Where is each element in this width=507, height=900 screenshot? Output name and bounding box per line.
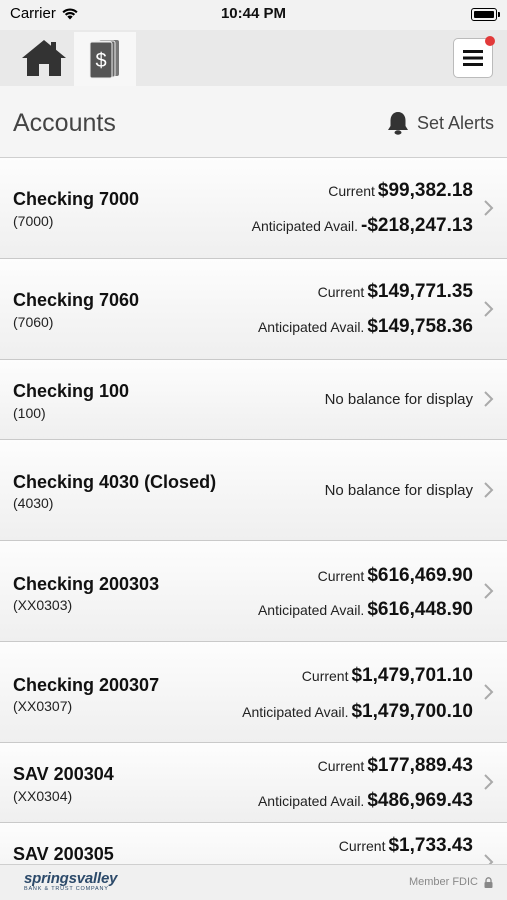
current-label: Current: [317, 568, 365, 584]
account-name: Checking 200303: [13, 574, 160, 594]
status-time: 10:44 PM: [220, 5, 287, 22]
anticipated-label: Anticipated Avail.: [257, 602, 365, 618]
account-number: (XX0304): [13, 788, 73, 804]
current-balance: Current $149,771.35: [318, 281, 473, 303]
hamburger-icon: [463, 50, 483, 66]
current-balance: Current $616,469.90: [318, 565, 473, 587]
account-name: SAV 200304: [13, 764, 114, 784]
current-value: $177,889.43: [367, 755, 473, 776]
current-label: Current: [328, 183, 375, 199]
status-bar: Carrier 10:44 PM: [0, 0, 507, 30]
anticipated-label: Anticipated Avail.: [257, 793, 365, 809]
anticipated-value: -$218,247.13: [361, 215, 473, 236]
no-balance-message: No balance for display: [324, 482, 473, 499]
current-label: Current: [317, 758, 365, 774]
bank-logo-subtitle: BANK & TRUST COMPANY: [24, 886, 109, 892]
current-balance: Current $99,382.18: [328, 180, 473, 202]
no-balance-message: No balance for display: [324, 391, 473, 408]
accounts-tab[interactable]: $: [74, 32, 136, 86]
anticipated-balance: Anticipated Avail. $149,758.36: [258, 316, 473, 338]
member-fdic: Member FDIC: [409, 876, 493, 888]
current-balance: Current $1,733.43: [339, 835, 473, 857]
svg-text:$: $: [95, 50, 106, 72]
bank-logo: springsvalley BANK & TRUST COMPANY: [24, 871, 117, 893]
account-row[interactable]: Checking 7000 (7000) Current $99,382.18 …: [0, 158, 507, 259]
account-list: Checking 7000 (7000) Current $99,382.18 …: [0, 158, 507, 864]
account-name: Checking 100: [13, 381, 130, 401]
current-value: $1,733.43: [388, 835, 473, 856]
account-row[interactable]: Checking 200303 (XX0303) Current $616,46…: [0, 541, 507, 642]
home-tab[interactable]: [14, 30, 74, 86]
fdic-label: Member FDIC: [408, 876, 478, 888]
account-row[interactable]: Checking 100 (100) No balance for displa…: [0, 360, 507, 440]
set-alerts-button[interactable]: Set Alerts: [386, 110, 494, 136]
account-number: (100): [13, 405, 46, 421]
account-row[interactable]: SAV 200305 Current $1,733.43: [0, 823, 507, 864]
current-value: $616,469.90: [367, 565, 473, 586]
battery-icon: [471, 8, 500, 21]
chevron-right-icon: [484, 200, 494, 216]
anticipated-label: Anticipated Avail.: [251, 218, 358, 234]
chevron-right-icon: [484, 482, 494, 498]
lock-icon: [484, 876, 493, 888]
chevron-right-icon: [484, 684, 494, 700]
bank-logo-name: springsvalley: [24, 870, 118, 887]
account-name: Checking 4030 (Closed): [13, 472, 217, 492]
dollar-document-icon: $: [89, 40, 119, 79]
current-label: Current: [317, 284, 365, 300]
anticipated-balance: Anticipated Avail. $486,969.43: [258, 790, 473, 812]
anticipated-balance: Anticipated Avail. $1,479,700.10: [242, 701, 473, 723]
account-name: SAV 200305: [13, 844, 114, 864]
account-number: (4030): [13, 495, 54, 511]
top-navigation: $: [0, 30, 507, 86]
page-title: Accounts: [13, 109, 116, 137]
notification-badge: [485, 36, 495, 46]
current-value: $149,771.35: [367, 281, 473, 302]
current-label: Current: [338, 838, 386, 854]
account-row[interactable]: Checking 7060 (7060) Current $149,771.35…: [0, 259, 507, 360]
set-alerts-label: Set Alerts: [416, 112, 494, 133]
account-number: (XX0303): [13, 597, 73, 613]
current-balance: Current $1,479,701.10: [302, 665, 473, 687]
anticipated-label: Anticipated Avail.: [242, 704, 349, 720]
account-number: (7000): [13, 213, 54, 229]
page-header: Accounts Set Alerts: [0, 86, 507, 158]
chevron-right-icon: [484, 774, 494, 790]
anticipated-value: $616,448.90: [367, 599, 473, 620]
current-label: Current: [301, 668, 349, 684]
bell-icon: [387, 112, 408, 135]
account-name: Checking 7060: [13, 290, 140, 310]
account-name: Checking 7000: [13, 189, 140, 209]
current-value: $1,479,701.10: [351, 665, 473, 686]
chevron-right-icon: [484, 301, 494, 317]
home-icon: [22, 40, 66, 76]
footer: springsvalley BANK & TRUST COMPANY Membe…: [0, 864, 507, 900]
anticipated-label: Anticipated Avail.: [257, 319, 365, 335]
account-row[interactable]: Checking 4030 (Closed) (4030) No balance…: [0, 440, 507, 541]
account-row[interactable]: Checking 200307 (XX0307) Current $1,479,…: [0, 642, 507, 743]
account-number: (XX0307): [13, 698, 73, 714]
current-value: $99,382.18: [377, 180, 473, 201]
anticipated-balance: Anticipated Avail. -$218,247.13: [252, 215, 473, 237]
menu-button[interactable]: [453, 36, 495, 78]
account-name: Checking 200307: [13, 675, 160, 695]
anticipated-value: $149,758.36: [367, 316, 473, 337]
chevron-right-icon: [484, 854, 494, 864]
account-number: (7060): [13, 314, 54, 330]
current-balance: Current $177,889.43: [318, 755, 473, 777]
anticipated-value: $486,969.43: [367, 790, 473, 811]
anticipated-balance: Anticipated Avail. $616,448.90: [258, 599, 473, 621]
account-row[interactable]: SAV 200304 (XX0304) Current $177,889.43 …: [0, 743, 507, 823]
chevron-right-icon: [484, 583, 494, 599]
anticipated-value: $1,479,700.10: [351, 701, 473, 722]
chevron-right-icon: [484, 391, 494, 407]
